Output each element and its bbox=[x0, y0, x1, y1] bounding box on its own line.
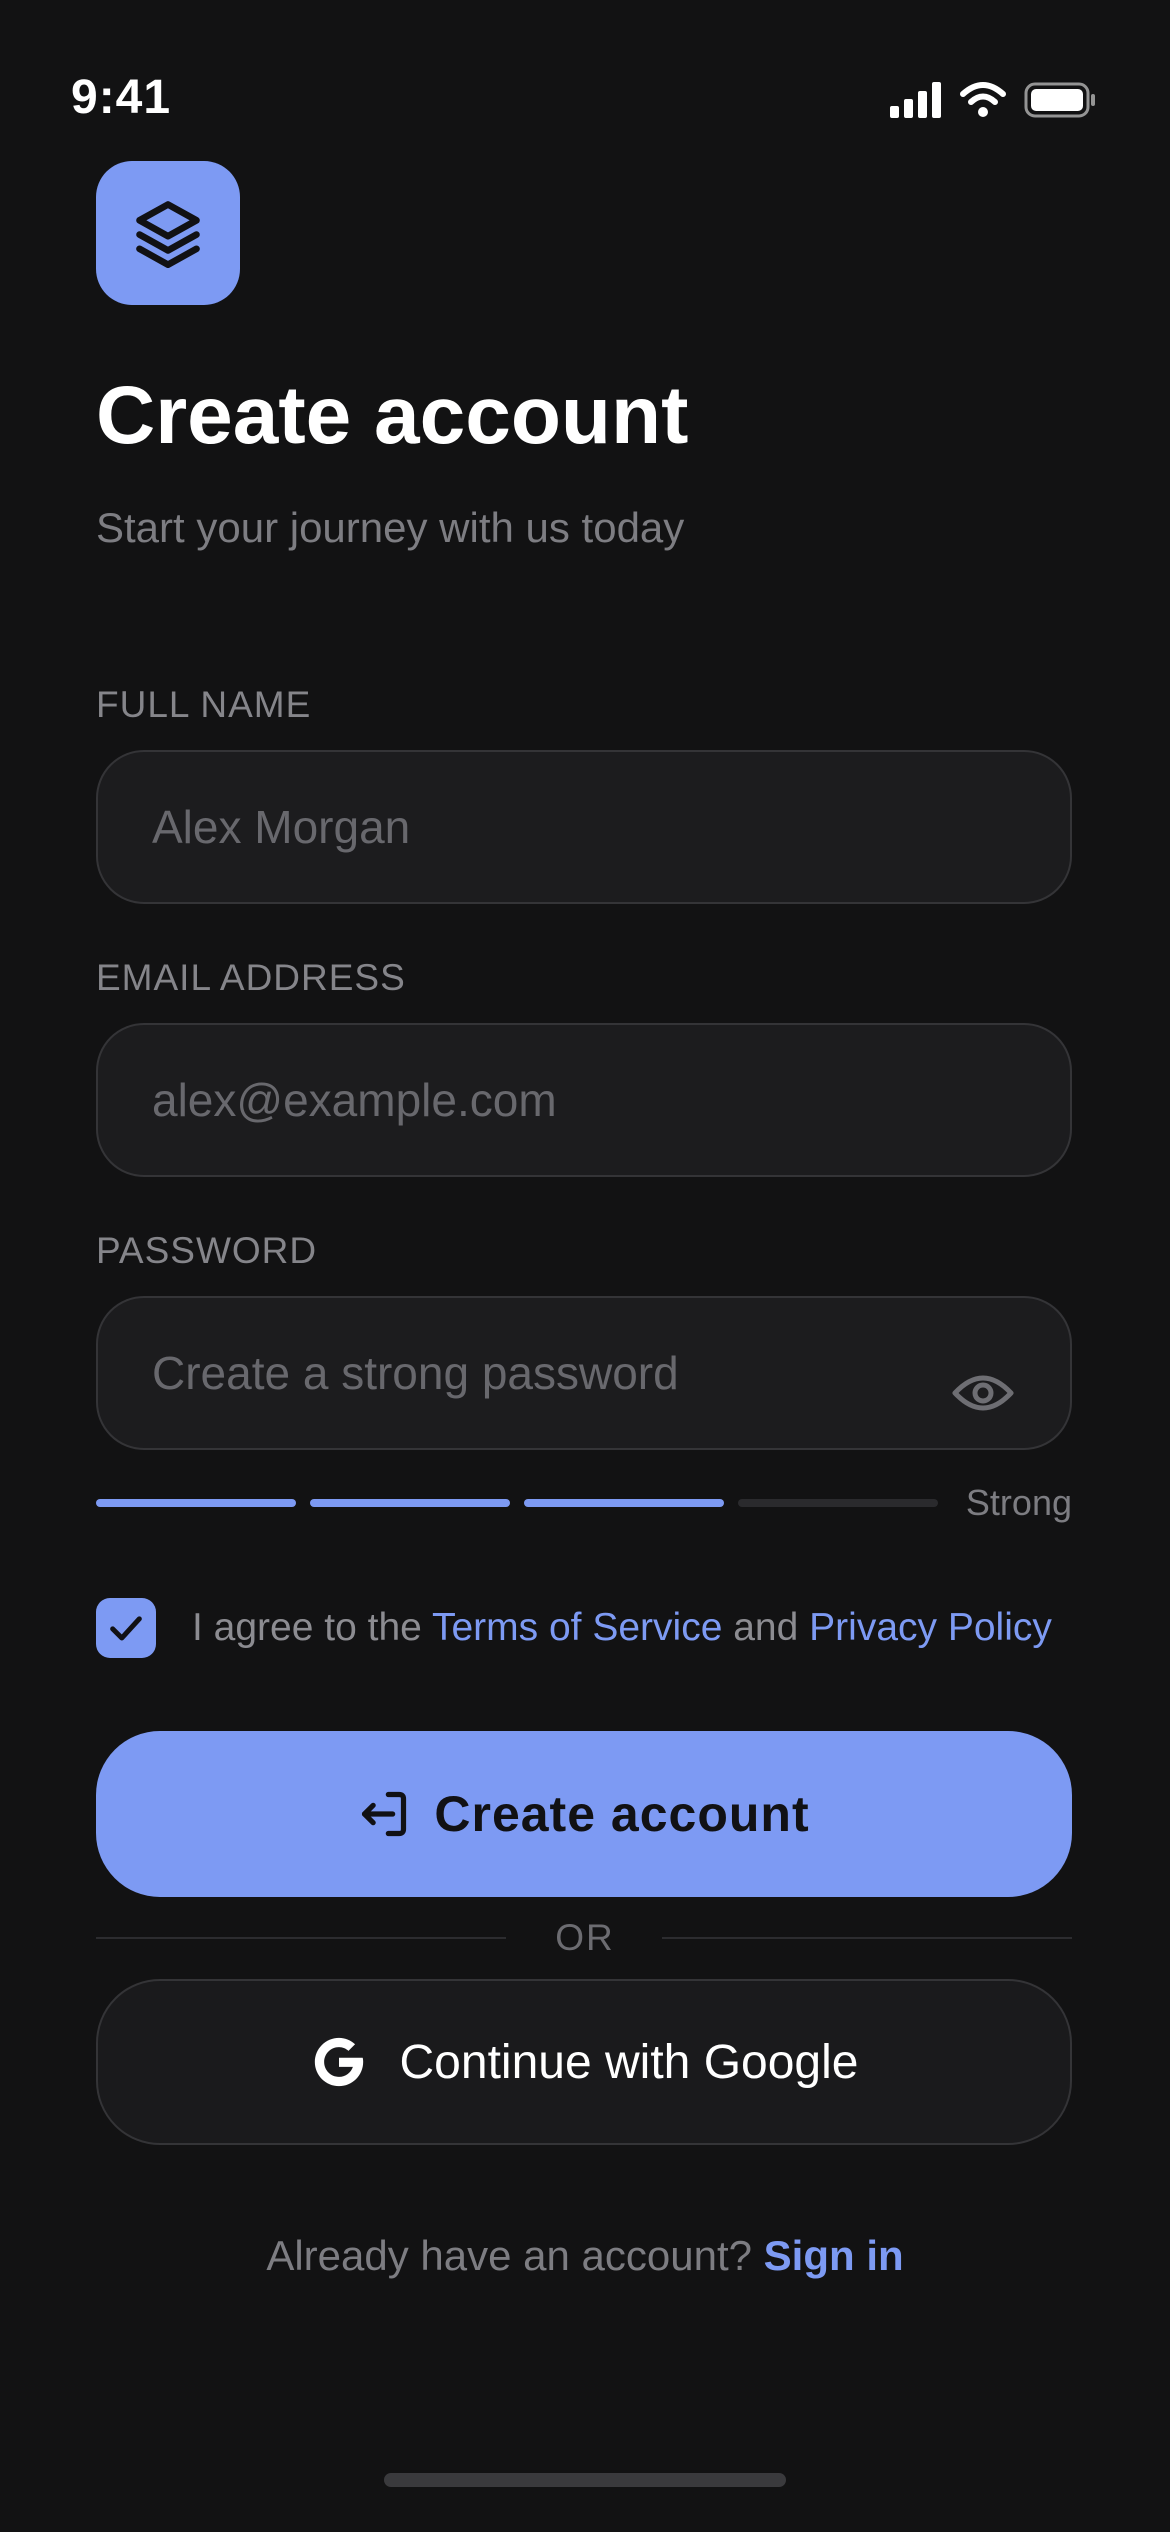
status-icons bbox=[890, 82, 1096, 118]
strength-segment bbox=[524, 1499, 724, 1507]
sign-in-icon bbox=[358, 1788, 410, 1840]
email-input[interactable] bbox=[152, 1025, 992, 1175]
create-account-button[interactable]: Create account bbox=[96, 1731, 1072, 1897]
password-strength-meter bbox=[96, 1499, 938, 1507]
battery-icon bbox=[1024, 82, 1096, 118]
agree-conjunction: and bbox=[733, 1606, 799, 1649]
create-account-button-label: Create account bbox=[434, 1786, 810, 1842]
strength-segment bbox=[738, 1499, 938, 1507]
terms-checkbox[interactable] bbox=[96, 1598, 156, 1658]
privacy-policy-link[interactable]: Privacy Policy bbox=[809, 1606, 1052, 1649]
strength-label: Strong bbox=[965, 1482, 1072, 1523]
page-subtitle: Start your journey with us today bbox=[96, 504, 685, 551]
full-name-label: FULL NAME bbox=[96, 684, 312, 725]
terms-of-service-link[interactable]: Terms of Service bbox=[432, 1606, 722, 1649]
eye-icon[interactable] bbox=[952, 1370, 1014, 1416]
password-field bbox=[96, 1296, 1072, 1450]
google-icon bbox=[310, 2033, 368, 2091]
strength-segment bbox=[96, 1499, 296, 1507]
status-time: 9:41 bbox=[71, 71, 172, 124]
email-label: EMAIL ADDRESS bbox=[96, 957, 406, 998]
or-divider-text: OR bbox=[555, 1917, 615, 1958]
cellular-signal-icon bbox=[890, 82, 942, 118]
signin-prompt: Already have an account? Sign in bbox=[0, 2235, 1170, 2277]
strength-segment bbox=[310, 1499, 510, 1507]
sign-in-link[interactable]: Sign in bbox=[764, 2232, 904, 2279]
page-title: Create account bbox=[96, 370, 689, 461]
home-indicator[interactable] bbox=[384, 2473, 786, 2487]
wifi-icon bbox=[960, 82, 1006, 118]
app-logo bbox=[96, 161, 240, 305]
email-field bbox=[96, 1023, 1072, 1177]
agree-prefix: I agree to the bbox=[192, 1606, 422, 1649]
checkmark-icon bbox=[106, 1608, 146, 1648]
full-name-field bbox=[96, 750, 1072, 904]
password-input[interactable] bbox=[152, 1298, 992, 1448]
full-name-input[interactable] bbox=[152, 752, 992, 902]
signin-prompt-text: Already have an account? bbox=[266, 2232, 752, 2279]
layers-stack-icon bbox=[130, 195, 206, 271]
password-label: PASSWORD bbox=[96, 1230, 318, 1271]
continue-with-google-label: Continue with Google bbox=[399, 2035, 859, 2089]
terms-agreement-text: I agree to the Terms of Service and Priv… bbox=[192, 1605, 1052, 1652]
continue-with-google-button[interactable]: Continue with Google bbox=[96, 1979, 1072, 2145]
